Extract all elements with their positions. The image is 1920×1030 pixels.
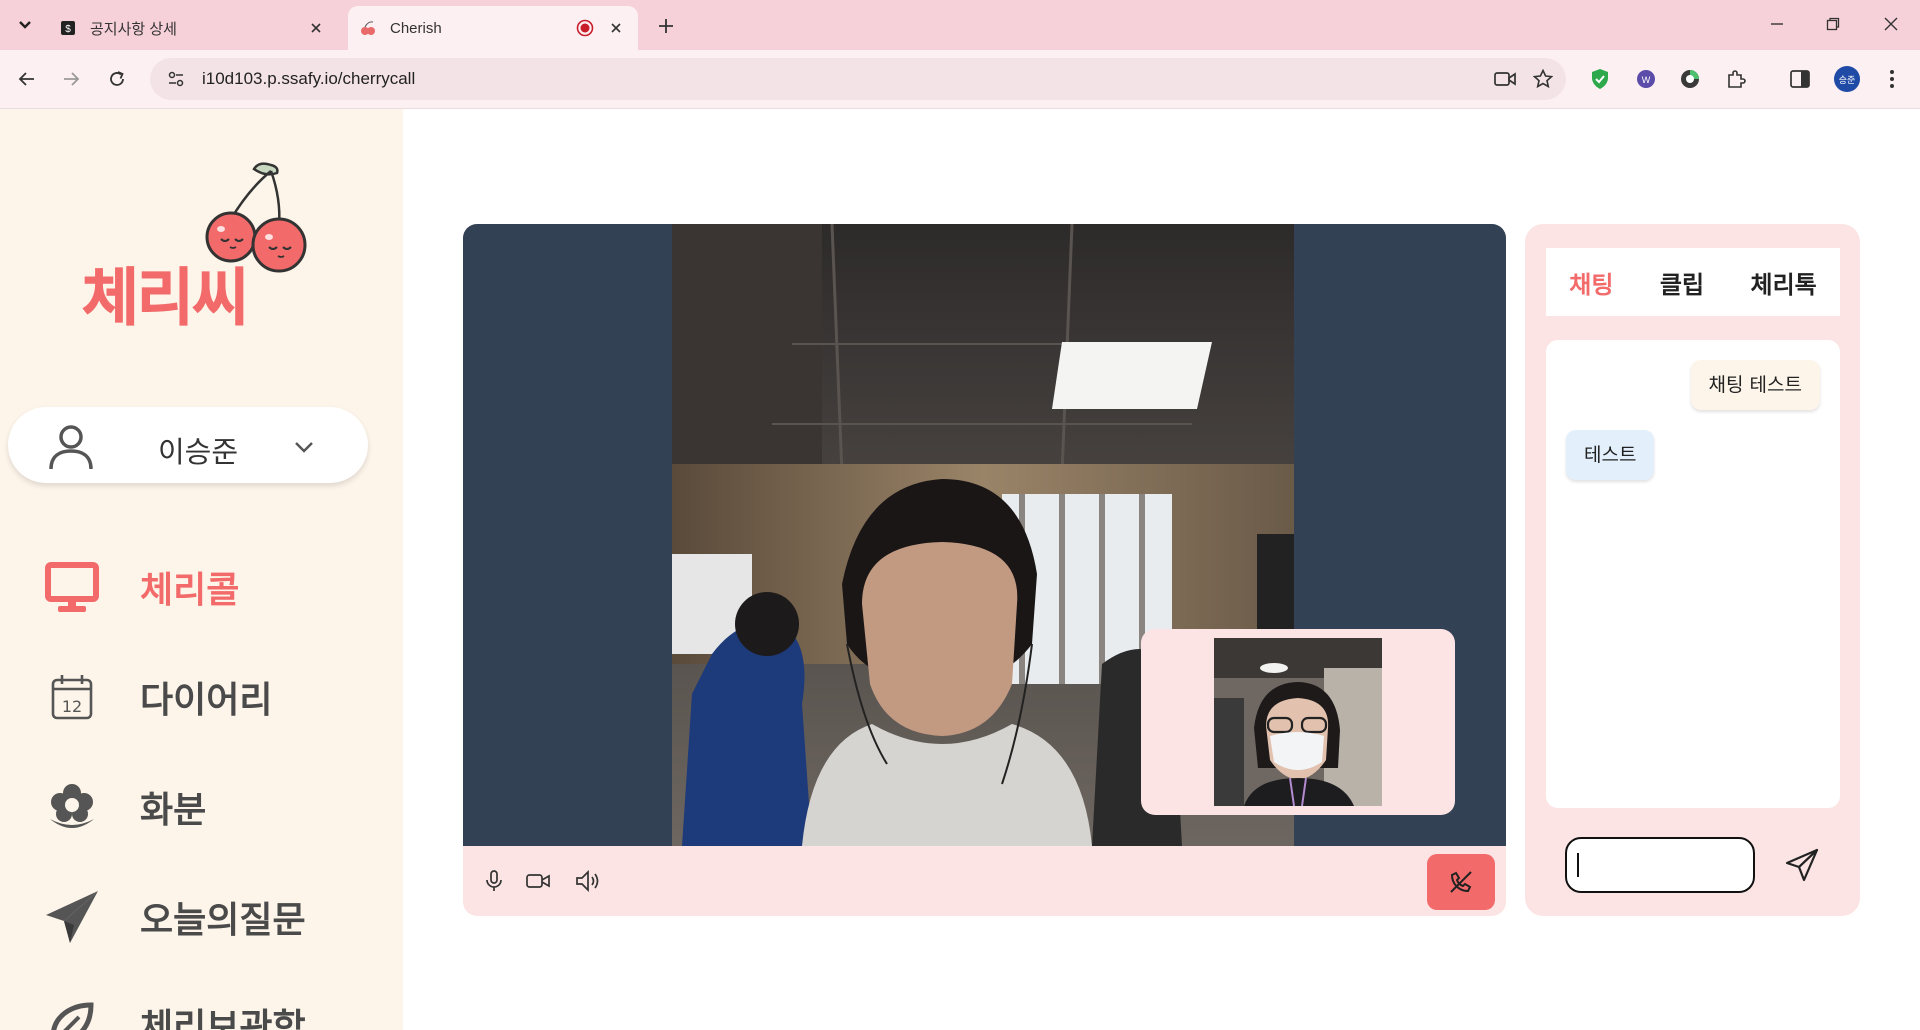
bookmark-star-icon[interactable] <box>1528 64 1558 94</box>
video-camera-icon[interactable] <box>1490 64 1520 94</box>
chat-tabs: 채팅 클립 체리톡 <box>1546 248 1840 316</box>
chevron-down-icon <box>295 442 313 453</box>
send-button[interactable] <box>1779 842 1825 888</box>
flower-icon <box>44 779 100 835</box>
calendar-day: 12 <box>62 697 82 716</box>
restore-button[interactable] <box>1818 10 1848 38</box>
microphone-icon <box>486 870 502 891</box>
user-name: 이승준 <box>158 435 239 469</box>
calendar-icon: 12 <box>44 669 100 725</box>
browser-tab-cherish[interactable]: Cherish <box>348 6 638 50</box>
tab-search-button[interactable] <box>10 12 40 38</box>
camera-button[interactable] <box>523 866 553 896</box>
camera-icon <box>526 874 550 888</box>
back-button[interactable] <box>12 64 42 94</box>
browser-tab-notice[interactable]: $ 공지사항 상세 <box>48 6 338 50</box>
browser-tab-strip: $ 공지사항 상세 Cherish <box>0 0 1920 50</box>
paper-plane-icon <box>44 889 100 945</box>
local-video-pip[interactable] <box>1141 629 1455 815</box>
arrow-right-icon <box>64 72 80 86</box>
nav-item-today-question[interactable]: 오늘의질문 <box>44 882 306 952</box>
local-video-image <box>1214 638 1382 806</box>
extension-icon[interactable]: W <box>1632 65 1660 93</box>
nav-label: 체리콜 <box>140 570 240 611</box>
microphone-button[interactable] <box>479 866 509 896</box>
call-controls <box>463 846 1506 916</box>
sidebar: 체리씨 이승준 체리콜 12 다이어리 화분 오늘의질문 체리보관함 <box>0 109 403 1030</box>
nav-item-diary[interactable]: 12 다이어리 <box>44 662 272 732</box>
nav-item-cherrycall[interactable]: 체리콜 <box>44 552 239 622</box>
monitor-icon <box>44 559 100 615</box>
svg-text:W: W <box>1642 75 1651 85</box>
forward-button[interactable] <box>56 64 86 94</box>
local-video-feed <box>1214 638 1382 806</box>
more-menu-icon[interactable] <box>1878 65 1906 93</box>
arrow-left-icon <box>18 72 34 86</box>
minimize-icon <box>1771 23 1783 25</box>
video-call-panel <box>463 224 1506 916</box>
nav-item-cherry-storage[interactable]: 체리보관함 <box>44 989 306 1030</box>
user-profile-dropdown[interactable]: 이승준 <box>8 407 368 483</box>
text-caret <box>1577 853 1579 877</box>
video-stage <box>463 224 1506 846</box>
svg-text:$: $ <box>65 24 71 35</box>
nav-label: 다이어리 <box>140 680 273 721</box>
new-tab-button[interactable] <box>652 12 680 40</box>
restore-icon <box>1826 17 1840 31</box>
tab-title: Cherish <box>390 19 442 37</box>
close-icon <box>1884 17 1898 31</box>
cherrysee-logo[interactable]: 체리씨 <box>74 159 324 335</box>
speaker-icon <box>576 870 599 892</box>
sprout-icon <box>44 996 100 1030</box>
browser-toolbar: i10d103.p.ssafy.io/cherrycall W 승준 <box>0 50 1920 109</box>
minimize-button[interactable] <box>1762 10 1792 38</box>
chevron-down-icon <box>19 21 31 29</box>
tab-clip[interactable]: 클립 <box>1660 265 1704 300</box>
chat-input[interactable] <box>1565 837 1755 893</box>
shield-extension-icon[interactable] <box>1586 65 1614 93</box>
nav-item-flowerpot[interactable]: 화분 <box>44 772 206 842</box>
close-window-button[interactable] <box>1876 10 1906 38</box>
color-extension-icon[interactable] <box>1676 65 1704 93</box>
chat-messages: 채팅 테스트 테스트 <box>1546 340 1840 808</box>
nav-label: 화분 <box>140 790 207 831</box>
reload-icon <box>110 71 124 86</box>
chat-panel: 채팅 클립 체리톡 채팅 테스트 테스트 <box>1525 224 1860 916</box>
reload-button[interactable] <box>102 64 132 94</box>
nav-label: 오늘의질문 <box>140 900 306 941</box>
tab-chat[interactable]: 채팅 <box>1569 265 1613 300</box>
logo-text: 체리씨 <box>81 261 249 335</box>
plus-icon <box>659 19 673 33</box>
tab-title: 공지사항 상세 <box>90 20 177 38</box>
profile-avatar[interactable]: 승준 <box>1834 66 1860 92</box>
close-tab-icon[interactable] <box>604 16 628 40</box>
cherry-favicon-icon <box>360 20 376 36</box>
hangup-button[interactable] <box>1427 854 1495 910</box>
url-text[interactable]: i10d103.p.ssafy.io/cherrycall <box>202 69 1490 89</box>
extensions-puzzle-icon[interactable] <box>1722 65 1750 93</box>
side-panel-icon[interactable] <box>1786 65 1814 93</box>
user-avatar-icon <box>49 425 93 470</box>
phone-hangup-icon <box>1450 871 1472 893</box>
close-tab-icon[interactable] <box>304 16 328 40</box>
chat-message-other: 테스트 <box>1566 430 1655 480</box>
nav-label: 체리보관함 <box>140 1007 306 1030</box>
speaker-button[interactable] <box>573 866 603 896</box>
tab-cherrytalk[interactable]: 체리톡 <box>1751 265 1817 300</box>
address-bar[interactable]: i10d103.p.ssafy.io/cherrycall <box>150 58 1566 100</box>
send-icon <box>1785 848 1819 882</box>
notice-favicon-icon: $ <box>60 20 76 36</box>
site-settings-icon[interactable] <box>164 67 188 91</box>
chat-message-mine: 채팅 테스트 <box>1690 360 1820 410</box>
recording-indicator-icon <box>576 19 594 37</box>
